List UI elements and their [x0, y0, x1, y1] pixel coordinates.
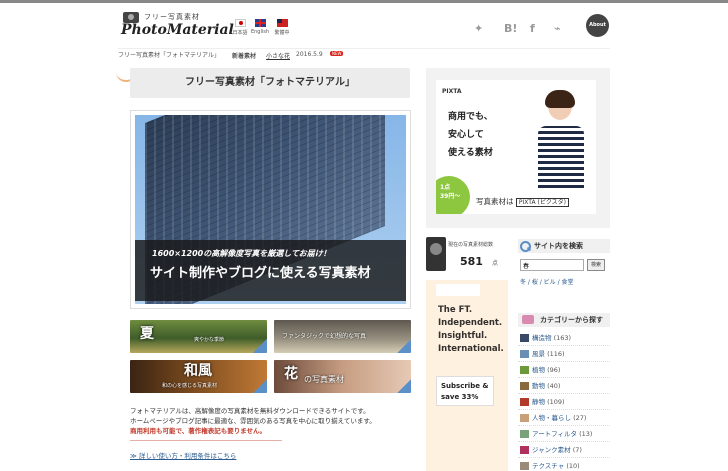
new-badge: NEW — [330, 51, 344, 56]
category-thumbnail-icon — [520, 366, 529, 374]
category-thumbnail-icon — [520, 462, 529, 470]
corner-ribbon — [397, 339, 411, 353]
usage-terms-link[interactable]: ≫ 詳しい使い方・利用条件はこちら — [130, 450, 236, 460]
page-title: フリー写真素材「フォトマテリアル」 — [130, 68, 410, 98]
category-item-people-life[interactable]: 人物・暮らし (27) — [518, 410, 610, 426]
logo-tagline: フリー写真素材 — [144, 13, 200, 21]
breadcrumb-trail: フリー写真素材「フォトマテリアル」 — [118, 52, 220, 59]
japan-flag-icon — [234, 19, 246, 27]
taiwan-flag-icon — [276, 19, 288, 27]
category-item-landscape[interactable]: 風景 (116) — [518, 346, 610, 362]
hero-image: 1600×1200の高解像度写真を厳選してお届け！ サイト制作やブログに使える写… — [135, 115, 406, 304]
rss-icon[interactable]: ⌁ — [554, 22, 561, 35]
twitter-icon[interactable]: ✦ — [474, 22, 483, 35]
ft-ad[interactable]: The FT. Independent. Insightful. Interna… — [426, 280, 508, 471]
category-banner-summer[interactable]: 夏 爽やかな季節 — [130, 320, 267, 353]
category-banner-japanese-style[interactable]: 和風 和の心を感じる写真素材 — [130, 360, 267, 393]
category-thumbnail-icon — [520, 350, 529, 358]
photo-count: 現在の写真素材総数 581 点 — [426, 237, 506, 271]
logo-name: PhotoMaterial — [121, 22, 234, 38]
breadcrumb: フリー写真素材「フォトマテリアル」 新着素材 小さな花 2016.5.9 NEW — [118, 48, 610, 60]
category-item-junk[interactable]: ジャンク素材 (7) — [518, 442, 610, 458]
ad-model-image — [530, 90, 592, 190]
corner-ribbon — [397, 379, 411, 393]
pixta-ad-copy: 商用でも、 安心して 使える素材 — [448, 112, 493, 158]
divider — [130, 440, 282, 441]
photo-icon — [522, 315, 534, 324]
search-icon — [520, 241, 531, 252]
site-logo[interactable]: フリー写真素材 PhotoMaterial — [118, 11, 234, 43]
lang-japanese[interactable]: 日本語 — [230, 19, 250, 36]
twin-lens-camera-icon — [426, 237, 446, 271]
hero-subtitle: 1600×1200の高解像度写真を厳選してお届け！ — [152, 249, 331, 258]
category-list: 構造物 (163) 風景 (116) 植物 (96) 動物 (40) 静物 (1… — [518, 330, 610, 471]
category-banner-fantasy[interactable]: ファンタジックで幻想的な写真 — [274, 320, 411, 353]
category-thumbnail-icon — [520, 382, 529, 390]
corner-ribbon — [253, 339, 267, 353]
search-heading: サイト内を検索 — [518, 239, 610, 253]
lang-chinese[interactable]: 繁體中 — [272, 19, 292, 36]
pixta-ad-content: PIXTA 商用でも、 安心して 使える素材 1点 39円〜 写真素材は PIX… — [436, 80, 596, 214]
photo-count-value: 581 — [460, 255, 483, 268]
category-item-still-life[interactable]: 静物 (109) — [518, 394, 610, 410]
ft-subscribe-button[interactable]: Subscribe & save 33% — [436, 376, 494, 406]
new-material-link[interactable]: 小さな花 — [266, 51, 290, 60]
uk-flag-icon — [254, 19, 266, 27]
category-thumbnail-icon — [520, 446, 529, 454]
facebook-icon[interactable]: f — [530, 22, 535, 35]
hero-headline: サイト制作やブログに使える写真素材 — [150, 266, 371, 281]
commercial-use-note: 商用利用も可能で、著作権表記も要りません。 — [130, 427, 267, 435]
ft-ad-copy: The FT. Independent. Insightful. Interna… — [438, 305, 504, 354]
pixta-ad-footer: 写真素材は PIXTA (ピクスタ) — [476, 196, 569, 207]
pixta-ad[interactable]: PIXTA 商用でも、 安心して 使える素材 1点 39円〜 写真素材は PIX… — [426, 68, 610, 228]
lang-english[interactable]: English — [250, 19, 270, 35]
category-item-plants[interactable]: 植物 (96) — [518, 362, 610, 378]
category-thumbnail-icon — [520, 398, 529, 406]
category-banner-flowers[interactable]: 花 の写真素材 — [274, 360, 411, 393]
category-thumbnail-icon — [520, 334, 529, 342]
category-thumbnail-icon — [520, 430, 529, 438]
category-item-texture[interactable]: テクスチャ (10) — [518, 458, 610, 471]
new-material-label: 新着素材 — [232, 53, 257, 60]
site-introduction: フォトマテリアルは、高解像度の写真素材を無料ダウンロードできるサイトです。 ホー… — [130, 406, 415, 436]
hatena-bookmark-icon[interactable]: B! — [504, 22, 517, 35]
price-badge: 1点 39円〜 — [436, 176, 470, 214]
category-item-structures[interactable]: 構造物 (163) — [518, 330, 610, 346]
popular-search-tags[interactable]: 冬 / 桜 / ビル / 食堂 — [520, 277, 574, 286]
search-button[interactable]: 検索 — [587, 259, 605, 271]
category-item-animals[interactable]: 動物 (40) — [518, 378, 610, 394]
site-header: フリー写真素材 PhotoMaterial 日本語 English 繁體中 ✦ … — [0, 3, 728, 45]
corner-ribbon — [253, 379, 267, 393]
search-input[interactable] — [520, 259, 584, 271]
about-button[interactable]: About — [586, 14, 609, 37]
category-item-art-filter[interactable]: アートフィルタ (13) — [518, 426, 610, 442]
category-thumbnail-icon — [520, 414, 529, 422]
ft-logo — [436, 284, 480, 296]
new-material-date: 2016.5.9 — [296, 51, 323, 58]
pixta-logo: PIXTA — [442, 88, 462, 95]
hero-banner[interactable]: 1600×1200の高解像度写真を厳選してお届け！ サイト制作やブログに使える写… — [130, 110, 411, 309]
